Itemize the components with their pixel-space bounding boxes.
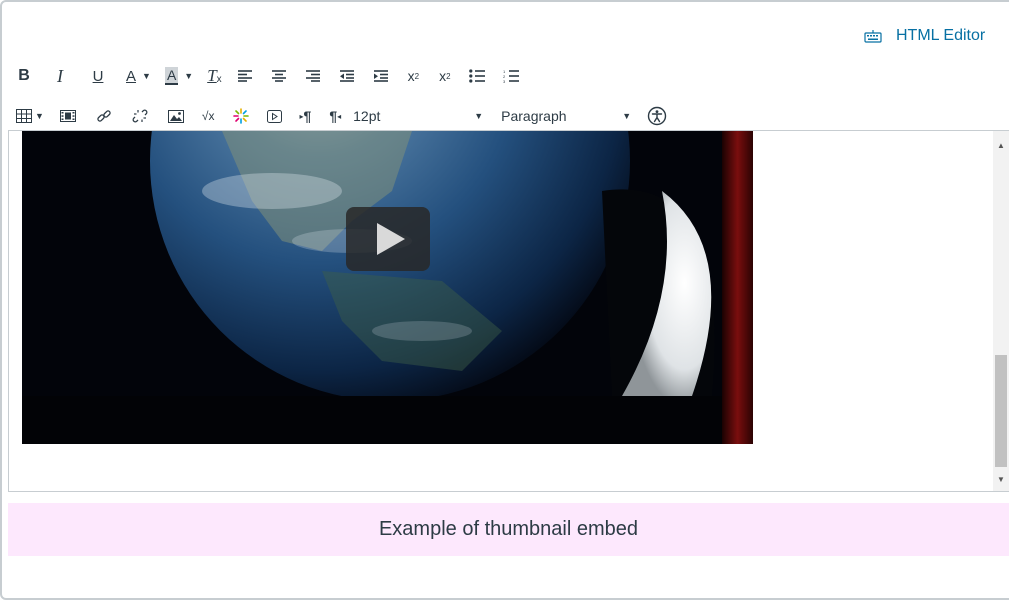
apps-sparkle-icon xyxy=(232,108,249,124)
editor-scrollbar[interactable]: ▲ ▼ xyxy=(993,131,1009,491)
scroll-up-arrow-icon[interactable]: ▲ xyxy=(993,137,1009,153)
play-icon[interactable] xyxy=(346,207,430,271)
accessibility-checker-button[interactable] xyxy=(647,104,667,128)
image-icon xyxy=(167,109,184,123)
film-icon xyxy=(59,110,76,122)
block-format-value: Paragraph xyxy=(501,108,567,124)
outdent-button[interactable] xyxy=(339,64,354,88)
clear-formatting-button[interactable]: Tx xyxy=(207,64,221,88)
block-format-caret-icon: ▼ xyxy=(622,111,632,121)
text-color-button[interactable]: A ▼ xyxy=(126,64,151,88)
scroll-down-arrow-icon[interactable]: ▼ xyxy=(993,471,1009,487)
italic-button[interactable]: I xyxy=(52,64,68,88)
apps-button[interactable] xyxy=(232,104,249,128)
bold-button[interactable]: B xyxy=(16,64,32,88)
caption-banner: Example of thumbnail embed xyxy=(8,503,1009,556)
earth-image xyxy=(22,131,753,444)
background-color-button[interactable]: A ▼ xyxy=(164,64,194,88)
numbered-list-button[interactable]: 123 xyxy=(503,64,519,88)
table-button[interactable]: ▼ xyxy=(16,104,44,128)
insert-toolbar: ▼ √x ▸ ¶ ¶ ◂ 12pt ▼ Paragraph ▼ xyxy=(16,102,667,130)
underline-button[interactable]: U xyxy=(90,64,106,88)
align-left-icon xyxy=(237,70,252,82)
unlink-button[interactable] xyxy=(132,104,148,128)
align-right-icon xyxy=(305,70,320,82)
font-size-select[interactable]: 12pt ▼ xyxy=(353,108,483,124)
ltr-button[interactable]: ▸ ¶ xyxy=(300,104,312,128)
bg-color-caret-icon: ▼ xyxy=(184,71,194,81)
formatting-toolbar: B I U A ▼ A ▼ Tx x2 x2 123 xyxy=(16,62,519,90)
indent-button[interactable] xyxy=(373,64,388,88)
caption-text: Example of thumbnail embed xyxy=(378,518,639,540)
block-format-select[interactable]: Paragraph ▼ xyxy=(501,108,631,124)
indent-icon xyxy=(373,70,388,82)
unlink-icon xyxy=(132,109,148,123)
link-button[interactable] xyxy=(96,104,112,128)
numbered-list-icon: 123 xyxy=(503,69,519,83)
subscript-button[interactable]: x2 xyxy=(439,64,450,88)
html-editor-link[interactable]: HTML Editor xyxy=(864,27,985,45)
outdent-icon xyxy=(339,70,354,82)
bullet-list-button[interactable] xyxy=(468,64,485,88)
align-center-icon xyxy=(271,70,286,82)
equation-button[interactable]: √x xyxy=(202,104,215,128)
align-center-button[interactable] xyxy=(271,64,286,88)
table-caret-icon: ▼ xyxy=(35,111,44,121)
table-icon xyxy=(16,109,32,123)
html-editor-label: HTML Editor xyxy=(896,27,986,44)
media-button[interactable] xyxy=(59,104,76,128)
align-left-button[interactable] xyxy=(237,64,252,88)
align-right-button[interactable] xyxy=(305,64,320,88)
embed-icon xyxy=(266,109,282,123)
scroll-thumb[interactable] xyxy=(995,355,1007,467)
image-button[interactable] xyxy=(167,104,184,128)
accessibility-icon xyxy=(647,106,667,126)
bullet-list-icon xyxy=(468,69,485,83)
keyboard-icon xyxy=(864,30,882,43)
rtl-button[interactable]: ¶ ◂ xyxy=(329,104,341,128)
text-color-caret-icon: ▼ xyxy=(142,71,151,81)
embed-button[interactable] xyxy=(266,104,282,128)
font-size-caret-icon: ▼ xyxy=(474,111,484,121)
font-size-value: 12pt xyxy=(353,108,381,124)
superscript-button[interactable]: x2 xyxy=(408,64,419,88)
svg-text:3: 3 xyxy=(503,79,506,83)
link-icon xyxy=(97,110,111,122)
earth-video-thumbnail[interactable] xyxy=(22,131,753,444)
